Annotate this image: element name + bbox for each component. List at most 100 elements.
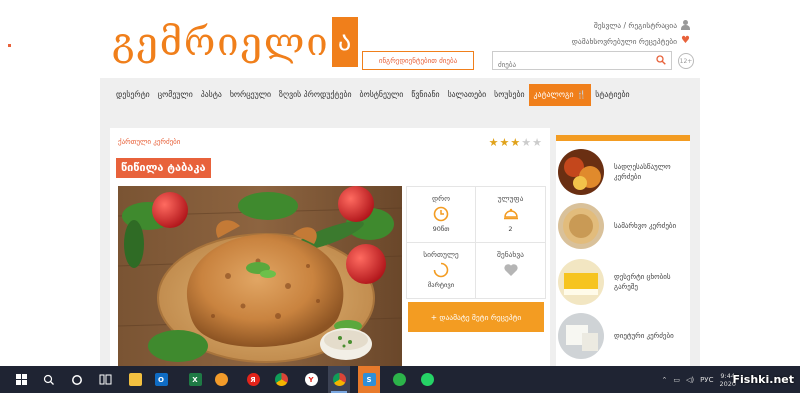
dish-icon bbox=[503, 208, 518, 220]
left-margin bbox=[0, 0, 100, 366]
decorative-dot bbox=[8, 44, 11, 47]
category-thumbnail bbox=[558, 203, 604, 249]
chevron-up-icon[interactable]: ⌃ bbox=[661, 376, 667, 384]
taskbar-app[interactable] bbox=[210, 366, 232, 393]
recipe-card: ქართული კერძები ★★★★★ წიწილა ტაბაკა bbox=[110, 128, 550, 366]
nav-item[interactable]: ზღვის პროდუქტები bbox=[275, 84, 356, 106]
search-button[interactable] bbox=[38, 366, 60, 393]
nav-item[interactable]: ბოსტნეული bbox=[356, 84, 408, 106]
watermark: Fishki.net bbox=[732, 373, 794, 386]
taskbar-app[interactable]: S bbox=[358, 366, 380, 393]
site-logo[interactable]: გემრიელი ა bbox=[112, 16, 358, 68]
lingualeo-icon bbox=[214, 373, 228, 386]
time-cell: დრო 90წთ bbox=[406, 187, 476, 243]
login-register-link[interactable]: შესვლა / რეგისტრაცია bbox=[594, 21, 677, 30]
category-item[interactable]: სამარხვო კერძები bbox=[556, 201, 690, 251]
nav-item[interactable]: კატალოგი 🍴 bbox=[528, 84, 592, 106]
nav-item[interactable]: დესერტი bbox=[112, 84, 154, 106]
star-icon[interactable]: ★ bbox=[500, 137, 510, 148]
taskbar-app[interactable] bbox=[388, 366, 410, 393]
taskbar-app[interactable]: X bbox=[184, 366, 206, 393]
nav-item[interactable]: ხორცეული bbox=[226, 84, 275, 106]
file-explorer-icon bbox=[128, 373, 142, 386]
breadcrumb[interactable]: ქართული კერძები bbox=[118, 138, 180, 146]
network-icon[interactable]: ▭ bbox=[673, 376, 680, 384]
search-input[interactable] bbox=[493, 56, 643, 74]
servings-cell: ულუფა 2 bbox=[476, 187, 546, 243]
chicken-tabaka-image bbox=[118, 186, 402, 366]
recipe-photo bbox=[118, 186, 402, 366]
task-view-button[interactable] bbox=[94, 366, 116, 393]
time-value: 90წთ bbox=[432, 225, 450, 233]
yandex-icon: Я bbox=[246, 373, 260, 386]
cortana-button[interactable] bbox=[66, 366, 88, 393]
nav-item[interactable]: ცომეული bbox=[154, 84, 197, 106]
cutlery-icon: 🍴 bbox=[576, 90, 587, 99]
clock-icon bbox=[433, 206, 449, 222]
taskbar-app[interactable] bbox=[328, 366, 350, 393]
nav-item[interactable]: წვნიანი bbox=[407, 84, 443, 106]
search-icon bbox=[43, 374, 54, 385]
nav-item[interactable]: სალათები bbox=[444, 84, 491, 106]
category-thumbnail bbox=[558, 259, 604, 305]
save-label: შენახვა bbox=[497, 250, 524, 259]
wechat-icon bbox=[392, 373, 406, 386]
age-rating-badge: 12+ bbox=[678, 53, 694, 69]
category-item[interactable]: სადღესასწაულო კერძები bbox=[556, 147, 690, 197]
nav-item[interactable]: სტატიები bbox=[591, 84, 633, 106]
difficulty-icon bbox=[433, 262, 449, 278]
right-margin bbox=[700, 0, 800, 366]
nav-item[interactable]: სოუსები bbox=[490, 84, 528, 106]
user-icon bbox=[681, 20, 690, 30]
language-indicator[interactable]: РУС bbox=[700, 376, 713, 384]
category-thumbnail bbox=[558, 313, 604, 359]
taskbar-app[interactable]: Y bbox=[300, 366, 322, 393]
nav-item[interactable]: პასტა bbox=[197, 84, 226, 106]
cortana-icon bbox=[72, 374, 82, 385]
recipe-info-grid: დრო 90წთ ულუფა 2 სირთულე მარტივი შენახვა bbox=[406, 186, 546, 299]
category-item[interactable]: დესერტი ცხობის გარეშე bbox=[556, 257, 690, 307]
search-icon[interactable] bbox=[656, 55, 666, 65]
star-icon[interactable]: ★ bbox=[489, 137, 499, 148]
favorites-label[interactable]: დამახსოვრებული რეცეპტები bbox=[572, 37, 677, 46]
star-icon[interactable]: ★ bbox=[532, 137, 542, 148]
rating-stars[interactable]: ★ ★ ★ ★ ★ bbox=[489, 137, 542, 148]
difficulty-value: მარტივი bbox=[427, 281, 455, 289]
category-label[interactable]: დიეტური კერძები bbox=[614, 331, 684, 341]
chrome-icon bbox=[274, 373, 288, 386]
taskbar-app[interactable]: Я bbox=[242, 366, 264, 393]
add-more-recipes-button[interactable]: + დაამატე მეტი რეცეპტი bbox=[408, 302, 544, 332]
web-page: გემრიელი ა შესვლა / რეგისტრაცია დამახსოვ… bbox=[100, 0, 700, 366]
heart-icon: ♥ bbox=[681, 35, 690, 46]
start-button[interactable] bbox=[8, 366, 34, 393]
favorites-link[interactable]: დამახსოვრებული რეცეპტები ♥ bbox=[572, 36, 690, 46]
volume-icon[interactable]: ◁) bbox=[686, 376, 694, 384]
excel-icon: X bbox=[188, 373, 202, 386]
category-label[interactable]: სადღესასწაულო კერძები bbox=[614, 162, 684, 182]
taskbar-app[interactable] bbox=[270, 366, 292, 393]
windows-taskbar: O X Я Y S ⌃ ▭ ◁) РУС 9:44 2020 bbox=[0, 366, 800, 393]
save-cell[interactable]: შენახვა bbox=[476, 243, 546, 299]
taskbar-app[interactable]: O bbox=[150, 366, 172, 393]
heart-icon[interactable] bbox=[503, 262, 519, 278]
category-item[interactable]: დიეტური კერძები bbox=[556, 311, 690, 361]
star-icon[interactable]: ★ bbox=[521, 137, 531, 148]
outlook-icon: O bbox=[154, 373, 168, 386]
site-header: გემრიელი ა შესვლა / რეგისტრაცია დამახსოვ… bbox=[100, 0, 700, 78]
windows-icon bbox=[15, 374, 27, 385]
category-thumbnail bbox=[558, 149, 604, 195]
user-links[interactable]: შესვლა / რეგისტრაცია bbox=[594, 20, 690, 30]
ingredient-search-button[interactable]: ინგრედიენტებით ძიება bbox=[362, 51, 474, 70]
yandex-browser-icon: Y bbox=[304, 373, 318, 386]
taskbar-app[interactable] bbox=[124, 366, 146, 393]
category-label[interactable]: სამარხვო კერძები bbox=[614, 221, 684, 231]
star-icon[interactable]: ★ bbox=[510, 137, 520, 148]
servings-label: ულუფა bbox=[497, 194, 524, 203]
recipe-title: წიწილა ტაბაკა bbox=[116, 158, 211, 178]
chrome-icon bbox=[332, 373, 346, 386]
search-box bbox=[492, 51, 672, 74]
taskbar-app[interactable] bbox=[416, 366, 438, 393]
logo-text: გემრიელი bbox=[112, 20, 330, 64]
category-label[interactable]: დესერტი ცხობის გარეშე bbox=[614, 272, 684, 292]
difficulty-cell: სირთულე მარტივი bbox=[406, 243, 476, 299]
